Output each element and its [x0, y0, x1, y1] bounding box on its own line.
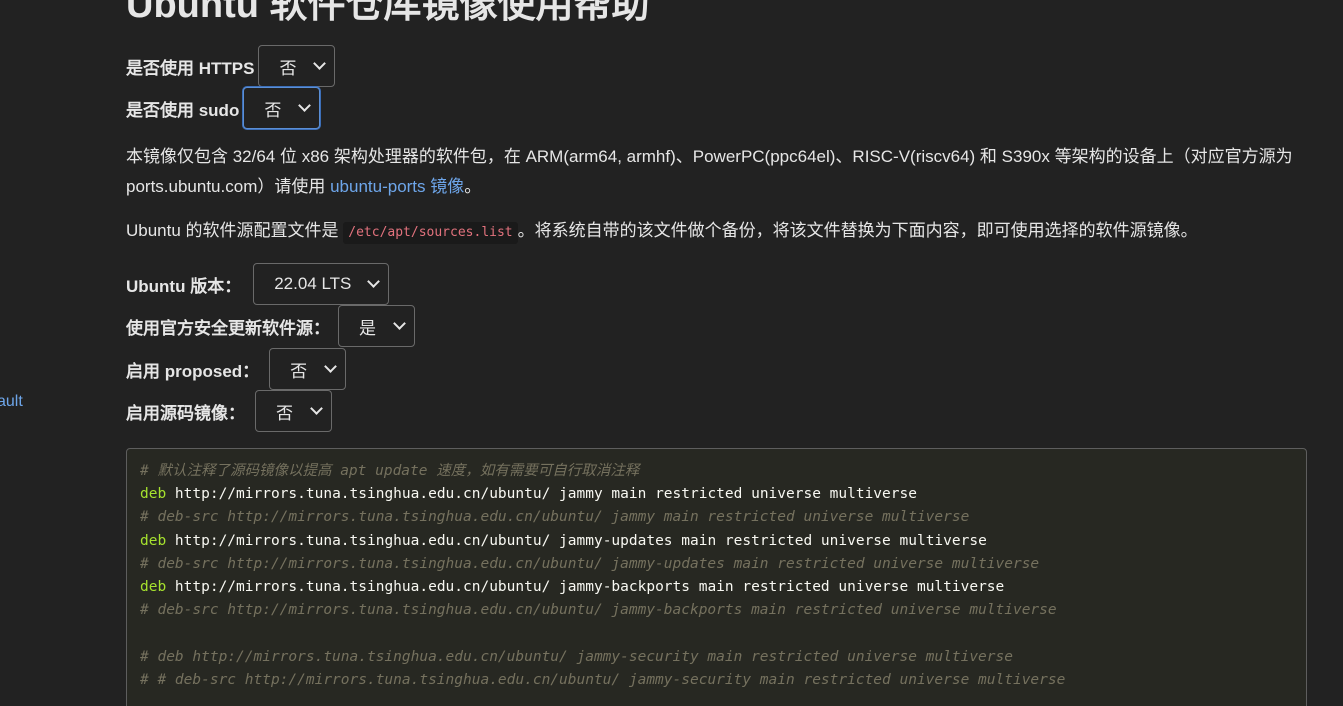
chevron-down-icon: [313, 57, 327, 70]
source-select[interactable]: 否: [255, 390, 332, 432]
page: ault Ubuntu 软件仓库镜像使用帮助 是否使用 HTTPS 否 是否使用…: [0, 0, 1343, 706]
https-select-value: 否: [279, 58, 297, 78]
https-select[interactable]: 否: [258, 45, 336, 87]
source-select-value: 否: [276, 403, 293, 423]
sudo-select[interactable]: 否: [243, 87, 321, 129]
code-text: http://mirrors.tuna.tsinghua.edu.cn/ubun…: [166, 486, 917, 503]
version-label: Ubuntu 版本：: [126, 276, 242, 296]
sudo-select-value: 否: [264, 100, 282, 120]
sudo-option-row: 是否使用 sudo 否: [126, 87, 321, 129]
https-label: 是否使用 HTTPS: [126, 58, 255, 78]
intro-paragraph: 本镜像仅包含 32/64 位 x86 架构处理器的软件包，在 ARM(arm64…: [126, 142, 1306, 202]
code-line: # deb http://mirrors.tuna.tsinghua.edu.c…: [140, 648, 1013, 665]
proposed-select-value: 否: [290, 361, 308, 381]
sidebar-link-vault[interactable]: ault: [0, 393, 23, 411]
page-title: Ubuntu 软件仓库镜像使用帮助: [126, 0, 650, 26]
config-text: Ubuntu 的软件源配置文件是: [126, 221, 344, 240]
code-line: deb http://mirrors.tuna.tsinghua.edu.cn/…: [140, 530, 1306, 553]
intro-end: 。: [464, 177, 482, 196]
https-option-row: 是否使用 HTTPS 否: [126, 45, 336, 87]
code-keyword: deb: [140, 532, 167, 549]
config-text-after: 。将系统自带的该文件做个备份，将该文件替换为下面内容，即可使用选择的软件源镜像。: [517, 221, 1198, 240]
proposed-label: 启用 proposed：: [126, 361, 260, 381]
code-line: # deb-src http://mirrors.tuna.tsinghua.e…: [140, 602, 1057, 619]
chevron-down-icon: [393, 317, 406, 330]
proposed-option-row: 启用 proposed： 否: [126, 348, 347, 390]
sources-list-code-block[interactable]: # 默认注释了源码镜像以提高 apt update 速度，如有需要可自行取消注释…: [126, 448, 1307, 706]
version-select-value: 22.04 LTS: [274, 274, 352, 293]
code-keyword: deb: [140, 486, 167, 503]
code-keyword: deb: [140, 578, 167, 595]
sudo-label: 是否使用 sudo: [126, 100, 240, 120]
source-option-row: 启用源码镜像： 否: [126, 390, 332, 432]
config-paragraph: Ubuntu 的软件源配置文件是 /etc/apt/sources.list 。将…: [126, 216, 1306, 246]
code-line: # deb-src http://mirrors.tuna.tsinghua.e…: [140, 509, 970, 526]
security-select-value: 是: [359, 318, 376, 338]
source-label: 启用源码镜像：: [126, 403, 245, 423]
security-select[interactable]: 是: [338, 305, 415, 347]
sources-list-path: /etc/apt/sources.list: [343, 222, 518, 244]
code-line: deb http://mirrors.tuna.tsinghua.edu.cn/…: [140, 483, 1306, 506]
chevron-down-icon: [298, 99, 312, 112]
version-select[interactable]: 22.04 LTS: [253, 263, 390, 305]
proposed-select[interactable]: 否: [269, 348, 347, 390]
security-option-row: 使用官方安全更新软件源： 是: [126, 305, 415, 347]
version-option-row: Ubuntu 版本： 22.04 LTS: [126, 263, 390, 305]
code-line: # 默认注释了源码镜像以提高 apt update 速度，如有需要可自行取消注释: [140, 463, 640, 479]
intro-text: 本镜像仅包含 32/64 位 x86 架构处理器的软件包，在 ARM(arm64…: [126, 147, 1293, 196]
code-line: deb http://mirrors.tuna.tsinghua.edu.cn/…: [140, 576, 1306, 599]
chevron-down-icon: [324, 360, 338, 373]
code-line: # # deb-src http://mirrors.tuna.tsinghua…: [140, 671, 1066, 688]
code-text: http://mirrors.tuna.tsinghua.edu.cn/ubun…: [166, 578, 1005, 595]
chevron-down-icon: [310, 402, 323, 415]
code-text: http://mirrors.tuna.tsinghua.edu.cn/ubun…: [166, 532, 987, 549]
security-label: 使用官方安全更新软件源：: [126, 318, 330, 338]
code-line: # deb-src http://mirrors.tuna.tsinghua.e…: [140, 555, 1040, 572]
chevron-down-icon: [367, 275, 381, 288]
ubuntu-ports-link[interactable]: ubuntu-ports 镜像: [330, 177, 464, 196]
